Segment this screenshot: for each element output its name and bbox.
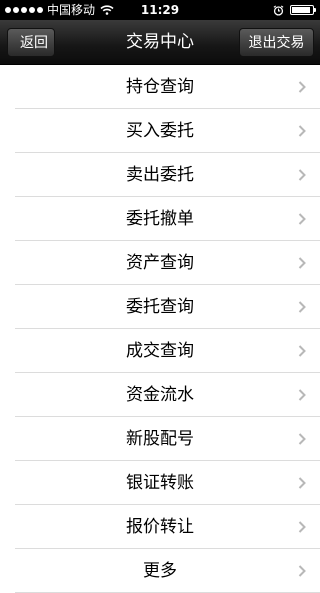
menu-row-label: 委托撤单 <box>126 209 194 229</box>
menu-row[interactable]: 委托撤单 <box>15 197 320 241</box>
menu-row[interactable]: 更多 <box>15 549 320 593</box>
status-bar: 中国移动 11:29 <box>0 0 320 20</box>
menu-row-label: 卖出委托 <box>126 165 194 185</box>
menu-row[interactable]: 买入委托 <box>15 109 320 153</box>
status-time: 11:29 <box>140 3 180 17</box>
chevron-right-icon <box>298 345 306 357</box>
trading-menu-list: 持仓查询买入委托卖出委托委托撤单资产查询委托查询成交查询资金流水新股配号银证转账… <box>0 65 320 593</box>
menu-row[interactable]: 资产查询 <box>15 241 320 285</box>
menu-row[interactable]: 成交查询 <box>15 329 320 373</box>
chevron-right-icon <box>298 301 306 313</box>
menu-row-label: 买入委托 <box>126 121 194 141</box>
menu-row[interactable]: 持仓查询 <box>15 65 320 109</box>
menu-row[interactable]: 报价转让 <box>15 505 320 549</box>
menu-row[interactable]: 委托查询 <box>15 285 320 329</box>
menu-row-label: 新股配号 <box>126 429 194 449</box>
chevron-right-icon <box>298 521 306 533</box>
menu-row[interactable]: 新股配号 <box>15 417 320 461</box>
nav-bar: 返回 交易中心 退出交易 <box>0 20 320 65</box>
menu-row[interactable]: 银证转账 <box>15 461 320 505</box>
chevron-right-icon <box>298 477 306 489</box>
menu-row-label: 银证转账 <box>126 473 194 493</box>
menu-row-label: 委托查询 <box>126 297 194 317</box>
battery-icon <box>290 5 316 15</box>
chevron-right-icon <box>298 81 306 93</box>
chevron-right-icon <box>298 257 306 269</box>
menu-row-label: 资产查询 <box>126 253 194 273</box>
status-right <box>273 0 316 20</box>
exit-trading-button[interactable]: 退出交易 <box>239 28 314 57</box>
chevron-right-icon <box>298 125 306 137</box>
chevron-right-icon <box>298 565 306 577</box>
menu-row-label: 资金流水 <box>126 385 194 405</box>
menu-row[interactable]: 资金流水 <box>15 373 320 417</box>
chevron-right-icon <box>298 433 306 445</box>
chevron-right-icon <box>298 169 306 181</box>
alarm-icon <box>273 4 284 16</box>
menu-row-label: 报价转让 <box>126 517 194 537</box>
menu-row-label: 更多 <box>143 561 177 581</box>
menu-row-label: 成交查询 <box>126 341 194 361</box>
menu-row-label: 持仓查询 <box>126 77 194 97</box>
chevron-right-icon <box>298 213 306 225</box>
chevron-right-icon <box>298 389 306 401</box>
menu-row[interactable]: 卖出委托 <box>15 153 320 197</box>
